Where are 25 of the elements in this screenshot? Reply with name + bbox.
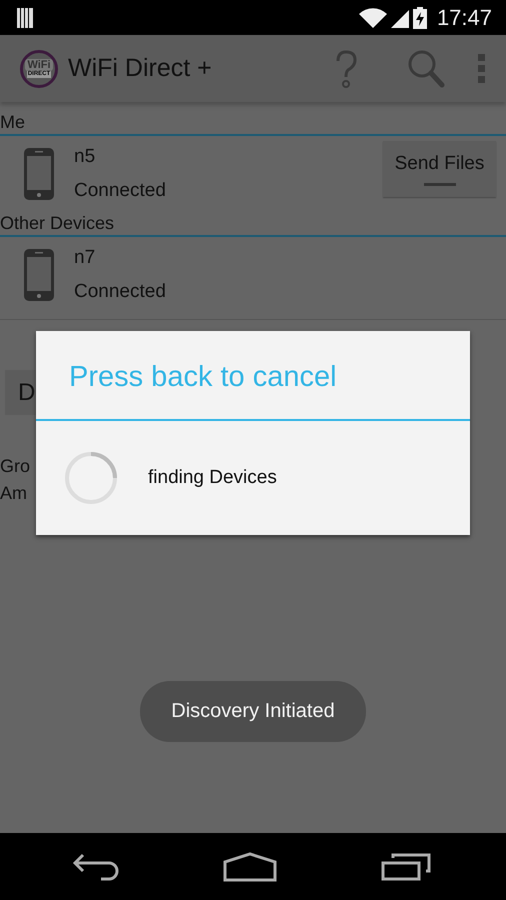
- partial-text: Gro: [0, 455, 30, 478]
- section-header: Me: [0, 111, 506, 136]
- phone-icon: [24, 249, 54, 301]
- spinner-icon: [64, 451, 118, 505]
- section-header: Other Devices: [0, 212, 506, 237]
- phone-icon: [24, 148, 54, 200]
- app-title: WiFi Direct +: [68, 54, 213, 83]
- back-icon[interactable]: [71, 852, 119, 880]
- wifi-icon: [358, 8, 387, 28]
- partial-text: Am: [0, 482, 27, 505]
- send-files-button[interactable]: Send Files: [383, 141, 496, 197]
- home-icon[interactable]: [223, 852, 277, 882]
- device-status: Connected: [74, 280, 167, 304]
- device-name: n7: [74, 246, 96, 270]
- battery-charging-icon: [412, 6, 427, 28]
- dialog-message: finding Devices: [148, 467, 277, 489]
- clock-time: 17:47: [436, 4, 492, 30]
- signal-icon: [390, 8, 409, 28]
- toast-message: Discovery Initiated: [140, 681, 366, 742]
- device-name: n5: [74, 145, 96, 169]
- notification-icon: [17, 8, 33, 28]
- recent-apps-icon[interactable]: [381, 852, 431, 880]
- logo-text: WiFi: [25, 59, 53, 71]
- dialog-title: Press back to cancel: [36, 331, 470, 421]
- device-status: Connected: [74, 179, 167, 203]
